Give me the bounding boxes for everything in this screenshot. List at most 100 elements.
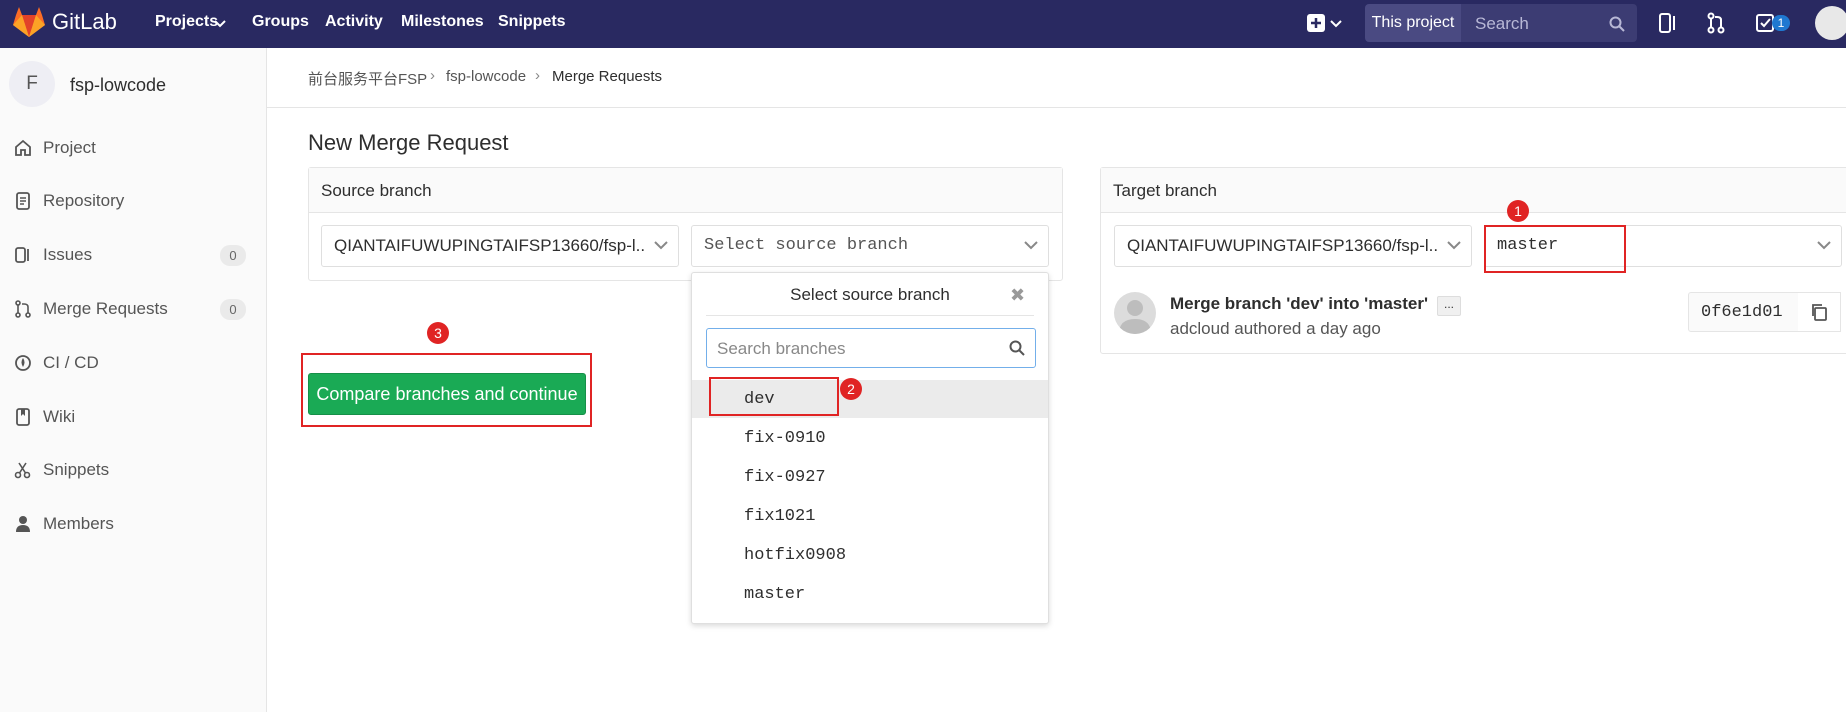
branch-name: fix-0927 [744, 468, 826, 487]
annotation-box-dev-branch [709, 377, 839, 416]
branch-item-fix-0910[interactable]: fix-0910 [692, 419, 1048, 457]
sidebar-item-snippets[interactable]: Snippets [0, 450, 266, 492]
branch-search-input[interactable] [715, 329, 999, 369]
gitlab-logo-icon[interactable] [12, 6, 46, 38]
commit-expand-button[interactable]: ... [1437, 296, 1461, 316]
close-icon[interactable]: ✖ [1010, 285, 1025, 306]
issues-count-badge: 0 [220, 245, 246, 266]
commit-sha: 0f6e1d01 [1701, 303, 1783, 322]
project-avatar[interactable]: F [9, 61, 55, 107]
default-avatar-icon [1119, 300, 1151, 334]
annotation-badge-1: 1 [1507, 200, 1529, 222]
gitlab-wordmark[interactable]: GitLab [52, 9, 117, 35]
branch-name: fix1021 [744, 507, 816, 526]
annotation-badge-2: 2 [840, 378, 862, 400]
divider [706, 315, 1034, 316]
breadcrumb-group[interactable]: 前台服务平台FSP [308, 68, 427, 89]
merge-requests-count-badge: 0 [220, 299, 246, 320]
nav-activity[interactable]: Activity [325, 13, 383, 31]
branch-search-box [706, 328, 1036, 369]
nav-snippets[interactable]: Snippets [498, 13, 566, 31]
chevron-down-icon[interactable] [214, 19, 226, 29]
breadcrumb-separator: › [430, 67, 435, 84]
sidebar-item-label: Project [43, 138, 96, 157]
doc-icon [16, 192, 30, 210]
copy-icon [1812, 304, 1827, 321]
merge-requests-icon[interactable] [1706, 12, 1726, 34]
chevron-down-icon [654, 241, 668, 250]
branch-item-hotfix0908[interactable]: hotfix0908 [692, 536, 1048, 574]
commit-author-avatar[interactable] [1114, 292, 1156, 334]
sidebar-item-label: Members [43, 514, 114, 533]
user-icon [16, 516, 30, 532]
source-branch-heading: Source branch [321, 181, 432, 200]
project-name[interactable]: fsp-lowcode [70, 75, 166, 96]
sidebar-item-merge-requests[interactable]: Merge Requests 0 [0, 289, 266, 331]
sidebar-item-project[interactable]: Project [0, 128, 266, 170]
source-branch-placeholder: Select source branch [704, 236, 909, 255]
home-icon [15, 139, 31, 156]
sidebar-item-label: CI / CD [43, 353, 99, 372]
breadcrumb-project[interactable]: fsp-lowcode [446, 68, 526, 85]
chevron-down-icon [1024, 241, 1038, 250]
annotation-box-target-branch [1484, 225, 1626, 273]
commit-meta: adcloud authored a day ago [1170, 319, 1381, 338]
user-avatar[interactable] [1815, 6, 1846, 40]
panel-header: Target branch [1101, 168, 1846, 213]
branch-item-fix1021[interactable]: fix1021 [692, 497, 1048, 535]
page-title: New Merge Request [308, 130, 509, 155]
target-project-value: QIANTAIFUWUPINGTAIFSP13660/fsp-l... [1127, 236, 1437, 255]
search-icon [1009, 340, 1025, 356]
branch-name: hotfix0908 [744, 546, 847, 565]
breadcrumb-separator: › [535, 67, 540, 84]
target-project-dropdown[interactable]: QIANTAIFUWUPINGTAIFSP13660/fsp-l... [1114, 225, 1472, 267]
divider [266, 107, 1846, 108]
chevron-down-icon [1817, 241, 1831, 250]
sidebar-item-label: Snippets [43, 460, 110, 479]
source-project-dropdown[interactable]: QIANTAIFUWUPINGTAIFSP13660/fsp-l... [321, 225, 679, 267]
scissors-icon [14, 462, 31, 479]
sidebar-item-ci-cd[interactable]: CI / CD [0, 343, 266, 385]
branch-item-fix-0927[interactable]: fix-0927 [692, 458, 1048, 496]
source-branch-dropdown[interactable]: Select source branch [691, 225, 1049, 267]
source-branch-menu: Select source branch ✖ dev fix-0910 fix-… [691, 272, 1049, 624]
search-icon[interactable] [1609, 16, 1625, 32]
commit-sha-box[interactable]: 0f6e1d01 [1688, 292, 1800, 332]
nav-milestones[interactable]: Milestones [401, 13, 484, 31]
annotation-box-compare-button [301, 353, 592, 427]
sidebar-item-members[interactable]: Members [0, 504, 266, 546]
sidebar-item-repository[interactable]: Repository [0, 181, 266, 223]
target-branch-heading: Target branch [1113, 181, 1217, 200]
todos-count-badge: 1 [1772, 15, 1790, 31]
new-item-plus-icon[interactable] [1306, 13, 1326, 33]
sidebar-item-label: Merge Requests [43, 299, 168, 318]
chevron-down-icon[interactable] [1330, 19, 1342, 29]
project-sidebar: F fsp-lowcode Project Repository Issues … [0, 48, 267, 712]
nav-groups[interactable]: Groups [252, 13, 309, 31]
sidebar-item-label: Wiki [43, 407, 76, 426]
search-scope-button[interactable]: This project [1365, 4, 1461, 42]
copy-sha-button[interactable] [1798, 292, 1841, 332]
chevron-down-icon [1447, 241, 1461, 250]
sidebar-item-label: Issues [43, 245, 93, 264]
branch-item-master[interactable]: master [692, 575, 1048, 613]
search-box [1461, 4, 1637, 44]
sidebar-item-issues[interactable]: Issues 0 [0, 235, 266, 277]
merge-icon [15, 300, 31, 318]
search-input[interactable] [1473, 4, 1607, 44]
panel-header: Source branch [309, 168, 1062, 213]
source-project-value: QIANTAIFUWUPINGTAIFSP13660/fsp-l... [334, 236, 644, 255]
issues-icon [15, 247, 29, 263]
rocket-icon [15, 355, 31, 371]
commit-title[interactable]: Merge branch 'dev' into 'master' [1170, 294, 1428, 314]
breadcrumb-current[interactable]: Merge Requests [552, 68, 662, 85]
issues-icon[interactable] [1658, 12, 1678, 34]
book-icon [16, 408, 30, 426]
annotation-badge-3: 3 [427, 322, 449, 344]
branch-name: fix-0910 [744, 429, 826, 448]
nav-projects[interactable]: Projects [155, 13, 218, 31]
sidebar-item-label: Repository [43, 191, 125, 210]
sidebar-item-wiki[interactable]: Wiki [0, 397, 266, 439]
menu-title: Select source branch [790, 285, 950, 304]
branch-name: master [744, 585, 806, 604]
